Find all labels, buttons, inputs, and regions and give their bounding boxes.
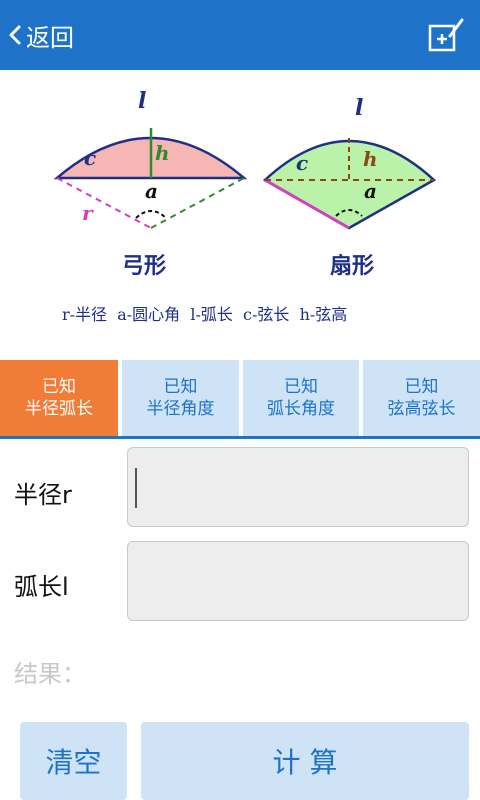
segment-caption: 弓形 xyxy=(122,253,166,279)
sector-arc-label: l xyxy=(355,95,363,121)
radius-label: 半径r xyxy=(14,481,72,509)
arc-length-input[interactable] xyxy=(127,541,469,621)
text-cursor xyxy=(135,468,137,508)
tab-height-chord[interactable]: 已知 弦高弦长 xyxy=(363,360,480,436)
tab-line2: 弦高弦长 xyxy=(387,399,456,419)
chevron-left-icon xyxy=(9,25,21,45)
segment-radius-label: r xyxy=(82,201,94,225)
tab-line1: 已知 xyxy=(404,377,439,397)
arc-length-label: 弧长l xyxy=(14,573,69,601)
tab-line1: 已知 xyxy=(284,377,318,397)
mode-tabs: 已知 半径弧长 已知 半径角度 已知 弧长角度 已知 弦高弦长 xyxy=(0,360,480,438)
back-label: 返回 xyxy=(26,23,74,52)
calculate-button[interactable]: 计 算 xyxy=(141,722,469,800)
segment-height-label: h xyxy=(155,141,170,165)
tab-radius-angle[interactable]: 已知 半径角度 xyxy=(122,360,239,436)
clear-button[interactable]: 清空 xyxy=(20,722,127,800)
back-button[interactable]: 返回 xyxy=(6,14,74,56)
result-label: 结果： xyxy=(14,660,86,688)
tab-radius-arc[interactable]: 已知 半径弧长 xyxy=(0,360,118,436)
tab-underline xyxy=(0,436,480,439)
sector-caption: 扇形 xyxy=(330,253,374,279)
sector-angle-label: a xyxy=(364,179,377,203)
sector-height-label: h xyxy=(363,147,378,171)
tab-line2: 半径角度 xyxy=(146,399,215,419)
edit-note-icon xyxy=(428,18,464,52)
tab-line2: 半径弧长 xyxy=(25,399,93,419)
sector-figure xyxy=(262,138,437,230)
tab-arc-angle[interactable]: 已知 弧长角度 xyxy=(243,360,359,436)
symbol-legend: r-半径 a-圆心角 l-弧长 c-弦长 h-弦高 xyxy=(62,305,347,324)
segment-chord-label: c xyxy=(84,146,96,170)
tab-line2: 弧长角度 xyxy=(267,399,335,419)
app-header: 返回 xyxy=(0,0,480,70)
formula-diagram: l c h a r 弓形 l c h a 扇形 r-半径 a-圆心角 l-弧长 … xyxy=(0,70,480,360)
segment-angle-label: a xyxy=(145,179,158,203)
radius-input[interactable] xyxy=(127,447,469,527)
sector-chord-label: c xyxy=(296,151,308,175)
segment-arc-label: l xyxy=(138,88,146,114)
tab-line1: 已知 xyxy=(42,377,76,397)
edit-note-button[interactable] xyxy=(422,14,466,58)
tab-line1: 已知 xyxy=(163,377,198,397)
